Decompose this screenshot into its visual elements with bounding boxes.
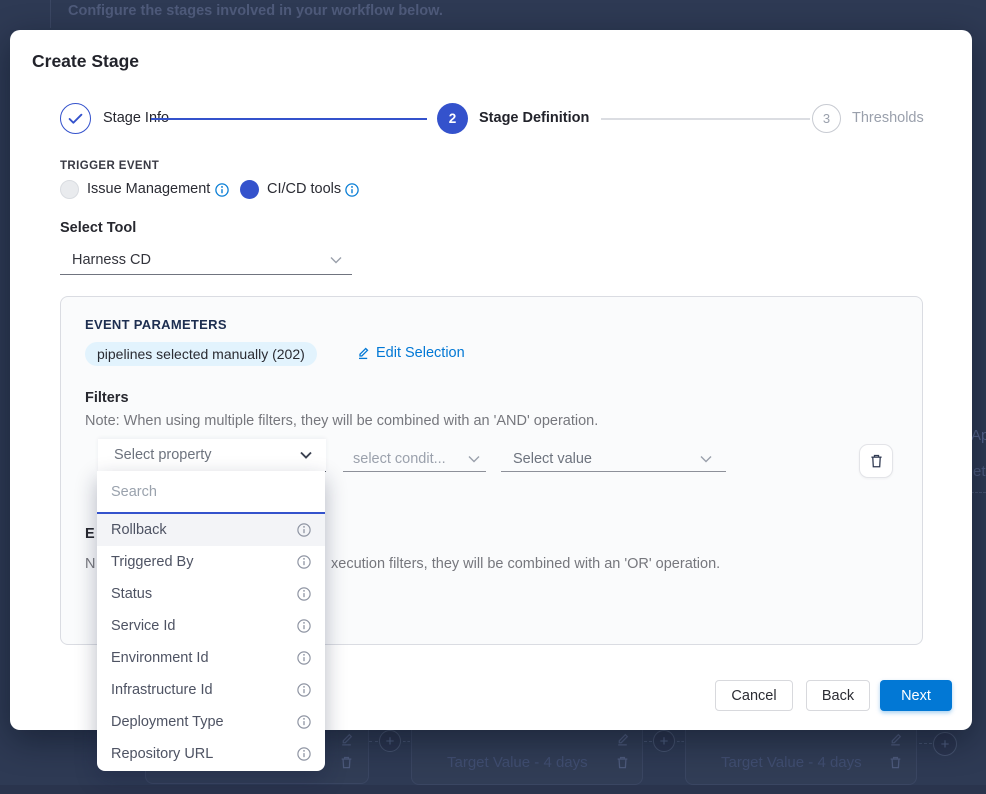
value-select[interactable]: Select value xyxy=(501,446,726,472)
select-tool-label: Select Tool xyxy=(60,220,136,236)
background-text-fragment: Ap xyxy=(971,427,986,444)
edit-icon xyxy=(339,732,354,747)
connector-dash xyxy=(971,492,986,493)
info-icon[interactable] xyxy=(297,555,311,569)
value-select-placeholder: Select value xyxy=(513,451,592,467)
stepper-connector xyxy=(151,118,427,120)
cancel-button[interactable]: Cancel xyxy=(715,680,793,711)
connector-dash xyxy=(677,741,684,742)
background-bottom-strip xyxy=(0,785,986,794)
dropdown-item-label: Triggered By xyxy=(111,554,193,570)
filters-note: Note: When using multiple filters, they … xyxy=(85,413,598,429)
dropdown-item[interactable]: Service Id xyxy=(97,610,325,642)
radio-cicd-tools-label[interactable]: CI/CD tools xyxy=(267,180,341,199)
trash-icon xyxy=(869,453,884,469)
dialog-title: Create Stage xyxy=(32,51,139,72)
dropdown-item-label: Repository URL xyxy=(111,746,213,762)
step-stage-info-circle[interactable] xyxy=(60,103,91,134)
condition-select[interactable]: select condit... xyxy=(343,446,486,472)
dropdown-item[interactable]: Rollback xyxy=(97,514,325,546)
property-select[interactable]: Select property xyxy=(98,439,326,472)
tool-select-value: Harness CD xyxy=(72,252,151,268)
dropdown-item[interactable]: Infrastructure Id xyxy=(97,674,325,706)
chevron-down-icon xyxy=(468,455,480,463)
step-stage-definition-label[interactable]: Stage Definition xyxy=(479,103,589,134)
execution-filters-note-fragment: xecution filters, they will be combined … xyxy=(331,556,720,572)
connector-dash xyxy=(919,743,932,744)
trash-icon xyxy=(339,755,354,770)
info-icon[interactable] xyxy=(297,587,311,601)
add-stage-icon: + xyxy=(379,730,401,752)
filters-title: Filters xyxy=(85,390,129,406)
property-select-placeholder: Select property xyxy=(114,447,212,463)
chevron-down-icon xyxy=(300,451,312,459)
info-icon[interactable] xyxy=(215,183,229,197)
dropdown-item-label: Infrastructure Id xyxy=(111,682,213,698)
background-text-fragment: et xyxy=(973,463,986,480)
edit-icon xyxy=(356,346,370,360)
trash-icon xyxy=(615,755,630,770)
dropdown-item-label: Service Id xyxy=(111,618,175,634)
connector-dash xyxy=(403,741,410,742)
background-divider xyxy=(50,0,51,28)
execution-filters-note-fragment: N xyxy=(85,556,95,572)
connector-dash xyxy=(369,741,378,742)
chevron-down-icon xyxy=(700,455,712,463)
execution-filters-heading-fragment: E xyxy=(85,526,95,542)
back-button[interactable]: Back xyxy=(806,680,870,711)
info-icon[interactable] xyxy=(297,715,311,729)
trash-icon xyxy=(888,755,903,770)
trigger-event-label: TRIGGER EVENT xyxy=(60,160,159,172)
edit-selection-link[interactable]: Edit Selection xyxy=(356,345,465,361)
condition-select-placeholder: select condit... xyxy=(353,451,446,467)
radio-issue-management[interactable] xyxy=(60,180,79,199)
step-thresholds-label[interactable]: Thresholds xyxy=(852,103,924,134)
step-thresholds-circle[interactable]: 3 xyxy=(812,104,841,133)
check-icon xyxy=(68,113,83,125)
step-stage-definition-circle[interactable]: 2 xyxy=(437,103,468,134)
add-stage-icon: + xyxy=(653,730,675,752)
info-icon[interactable] xyxy=(297,651,311,665)
tool-select[interactable]: Harness CD xyxy=(60,245,352,275)
info-icon[interactable] xyxy=(297,683,311,697)
edit-selection-label: Edit Selection xyxy=(376,345,465,361)
dropdown-search xyxy=(97,471,325,514)
dropdown-item[interactable]: Repository URL xyxy=(97,738,325,770)
search-input[interactable] xyxy=(97,484,325,500)
stepper-connector xyxy=(601,118,810,120)
property-dropdown: Rollback Triggered By Status Service Id … xyxy=(97,471,325,771)
info-icon[interactable] xyxy=(297,619,311,633)
info-icon[interactable] xyxy=(345,183,359,197)
info-icon[interactable] xyxy=(297,523,311,537)
dropdown-item[interactable]: Deployment Type xyxy=(97,706,325,738)
dropdown-item[interactable]: Triggered By xyxy=(97,546,325,578)
connector-dash xyxy=(644,741,652,742)
target-value-label: Target Value - 4 days xyxy=(447,754,588,771)
background-header-text: Configure the stages involved in your wo… xyxy=(68,3,443,19)
edit-icon xyxy=(888,732,903,747)
dropdown-item-label: Deployment Type xyxy=(111,714,224,730)
create-stage-dialog: Create Stage Stage Info 2 Stage Definiti… xyxy=(10,30,972,730)
delete-filter-button[interactable] xyxy=(859,444,893,478)
target-value-label: Target Value - 4 days xyxy=(721,754,862,771)
event-parameters-title: EVENT PARAMETERS xyxy=(85,317,227,332)
info-icon[interactable] xyxy=(297,747,311,761)
dropdown-item-label: Environment Id xyxy=(111,650,209,666)
edit-icon xyxy=(615,732,630,747)
dropdown-item-label: Rollback xyxy=(111,522,167,538)
selection-pill: pipelines selected manually (202) xyxy=(85,342,317,366)
chevron-down-icon xyxy=(330,256,342,264)
dropdown-item[interactable]: Status xyxy=(97,578,325,610)
radio-cicd-tools[interactable] xyxy=(240,180,259,199)
dropdown-list: Rollback Triggered By Status Service Id … xyxy=(97,514,325,770)
dropdown-item[interactable]: Environment Id xyxy=(97,642,325,674)
add-stage-icon: + xyxy=(933,732,957,756)
radio-issue-management-label[interactable]: Issue Management xyxy=(87,180,210,199)
dropdown-item-label: Status xyxy=(111,586,152,602)
next-button[interactable]: Next xyxy=(880,680,952,711)
